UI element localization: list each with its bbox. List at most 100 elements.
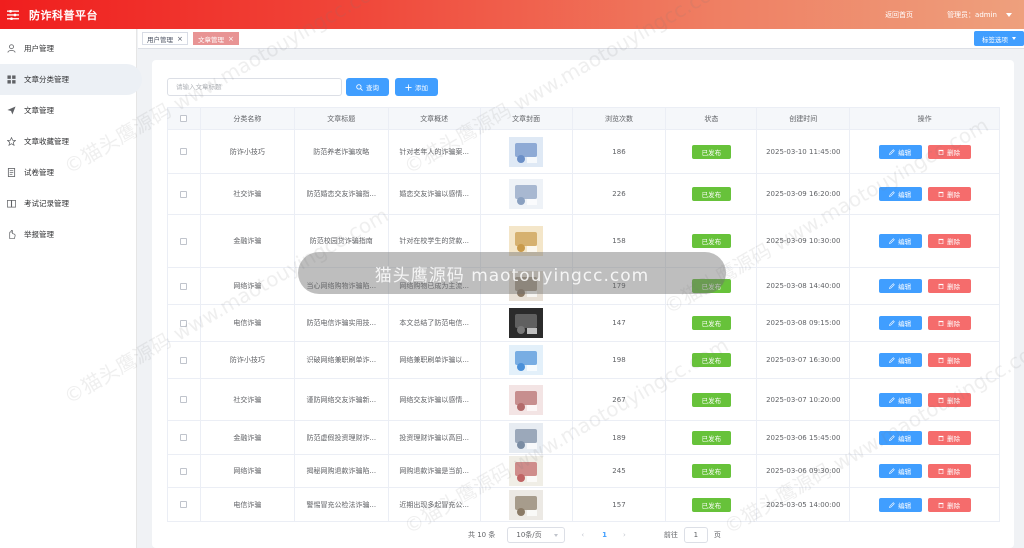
- edit-button[interactable]: 编辑: [878, 353, 922, 367]
- delete-label: 删除: [947, 191, 961, 199]
- sidebar-item-exam-records[interactable]: 考试记录管理: [0, 188, 136, 219]
- edit-label: 编辑: [898, 238, 912, 246]
- row-checkbox[interactable]: [180, 467, 188, 475]
- delete-button[interactable]: 删除: [927, 353, 971, 367]
- title-cell: 防范婚恋交友诈骗指...: [295, 174, 389, 214]
- edit-label: 编辑: [898, 396, 912, 405]
- actions-cell: 编辑 删除: [850, 130, 999, 173]
- edit-button[interactable]: 编辑: [878, 144, 922, 159]
- edit-button[interactable]: 编辑: [878, 279, 922, 293]
- row-checkbox[interactable]: [180, 434, 188, 441]
- cover-cell: [481, 379, 573, 420]
- tag-options-label: 标签选项: [982, 35, 1008, 44]
- row-checkbox[interactable]: [180, 190, 188, 198]
- close-icon[interactable]: ×: [228, 35, 234, 43]
- title-text: 当心网络购物诈骗陷...: [306, 282, 377, 290]
- goto-page-input[interactable]: 1: [683, 527, 708, 543]
- next-page-button[interactable]: ›: [623, 531, 626, 539]
- tag-options-dropdown[interactable]: 标签选项: [974, 31, 1024, 46]
- title-cell: 防范虚假投资理财诈...: [295, 421, 389, 454]
- summary-text: 针对老年人的诈骗案...: [399, 147, 470, 156]
- row-checkbox[interactable]: [180, 148, 188, 155]
- edit-label: 编辑: [898, 434, 912, 443]
- sidebar-item-articles[interactable]: 文章管理: [0, 95, 136, 126]
- delete-button[interactable]: 删除: [927, 234, 971, 248]
- table-row: 金融诈骗 防范虚假投资理财诈... 投资理财诈骗以高回... 189 已发布 2025-0…: [167, 421, 1000, 455]
- delete-button[interactable]: 删除: [927, 144, 971, 159]
- sidebar-item-reports[interactable]: 举报管理: [0, 219, 136, 250]
- edit-button[interactable]: 编辑: [878, 316, 922, 330]
- row-checkbox[interactable]: [180, 237, 188, 245]
- page-number[interactable]: 1: [602, 531, 607, 539]
- summary-cell: 本文总结了防范电信...: [389, 305, 481, 341]
- app-title: 防诈科普平台: [29, 8, 98, 22]
- select-all-checkbox[interactable]: [180, 115, 188, 122]
- status-cell: 已发布: [666, 488, 758, 521]
- tab-users[interactable]: 用户管理 ×: [142, 32, 188, 45]
- views-cell: 267: [573, 379, 667, 420]
- delete-button[interactable]: 删除: [927, 497, 971, 512]
- title-cell: 揭秘网购退款诈骗陷...: [295, 455, 389, 487]
- edit-button[interactable]: 编辑: [878, 497, 922, 512]
- table-header: 分类名称 文章标题 文章概述 文章封面 浏览次数 状态 创建时间 操作: [167, 107, 1000, 130]
- row-checkbox[interactable]: [180, 396, 188, 403]
- sidebar-item-article-category[interactable]: 文章分类管理: [0, 64, 142, 95]
- column-header: 文章概述: [389, 108, 481, 129]
- plus-icon: [405, 83, 412, 91]
- cover-cell: [481, 488, 573, 521]
- tab-label: 文章管理: [198, 35, 224, 44]
- add-button[interactable]: 添加: [395, 78, 438, 96]
- edit-button[interactable]: 编辑: [878, 430, 922, 445]
- delete-label: 删除: [947, 396, 961, 405]
- sidebar-item-favorites[interactable]: 文章收藏管理: [0, 126, 136, 157]
- edit-button[interactable]: 编辑: [878, 464, 922, 478]
- delete-button[interactable]: 删除: [927, 279, 971, 293]
- summary-text: 网络交友诈骗以感情...: [399, 395, 470, 404]
- admin-menu[interactable]: 管理员：admin: [947, 10, 997, 20]
- search-input[interactable]: 请输入文章标题: [167, 78, 342, 96]
- title-cell: 警惕冒充公检法诈骗...: [295, 488, 389, 521]
- page-size-select[interactable]: 10条/页: [507, 527, 566, 543]
- delete-button[interactable]: 删除: [927, 430, 971, 445]
- article-cover-image: [509, 179, 544, 209]
- category-cell: 防诈小技巧: [201, 130, 295, 173]
- row-checkbox[interactable]: [180, 319, 188, 327]
- summary-cell: 针对老年人的诈骗案...: [389, 130, 481, 173]
- delete-button[interactable]: 删除: [927, 392, 971, 407]
- edit-button[interactable]: 编辑: [878, 234, 922, 248]
- query-label: 查询: [366, 84, 379, 92]
- close-icon[interactable]: ×: [177, 35, 183, 43]
- views-cell: 179: [573, 268, 667, 304]
- views-cell: 226: [573, 174, 667, 214]
- row-select-cell: [168, 488, 201, 521]
- menu-toggle-icon[interactable]: [7, 9, 19, 20]
- edit-button[interactable]: 编辑: [878, 392, 922, 407]
- chevron-down-icon[interactable]: [1006, 12, 1012, 17]
- query-button[interactable]: 查询: [346, 78, 389, 96]
- cover-cell: [481, 215, 573, 267]
- send-icon: [7, 106, 16, 115]
- summary-text: 网络兼职刷单诈骗以...: [399, 356, 470, 364]
- cover-cell: [481, 130, 573, 173]
- status-cell: 已发布: [666, 174, 758, 214]
- prev-page-button[interactable]: ‹: [581, 531, 584, 539]
- trash-icon: [938, 502, 944, 508]
- title-cell: 谨防网络交友诈骗新...: [295, 379, 389, 420]
- sidebar-item-users[interactable]: 用户管理: [0, 33, 136, 64]
- row-checkbox[interactable]: [180, 356, 188, 364]
- category-cell: 网络诈骗: [201, 455, 295, 487]
- row-checkbox[interactable]: [180, 501, 188, 508]
- row-checkbox[interactable]: [180, 282, 188, 290]
- delete-button[interactable]: 删除: [927, 464, 971, 478]
- delete-button[interactable]: 删除: [927, 187, 971, 201]
- edit-button[interactable]: 编辑: [878, 187, 922, 201]
- tab-articles[interactable]: 文章管理 ×: [193, 32, 239, 45]
- table-row: 社交诈骗 防范婚恋交友诈骗指... 婚恋交友诈骗以感情... 226 已发布 2025-0…: [167, 174, 1000, 215]
- sidebar-item-papers[interactable]: 试卷管理: [0, 157, 136, 188]
- delete-button[interactable]: 删除: [927, 316, 971, 330]
- home-link[interactable]: 返回首页: [885, 10, 913, 20]
- star-icon: [7, 137, 16, 146]
- status-badge: 已发布: [691, 234, 731, 248]
- table-row: 网络诈骗 当心网络购物诈骗陷... 网络购物已成为主流... 179 已发布 2025-0…: [167, 268, 1000, 305]
- title-cell: 防范养老诈骗攻略: [295, 130, 389, 173]
